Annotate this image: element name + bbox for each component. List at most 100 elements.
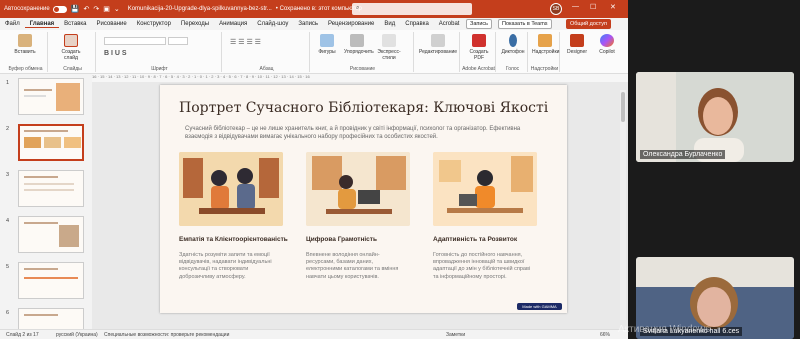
column-text-digital[interactable]: Впевнене володіння онлайн-ресурсами, баз… <box>306 252 406 281</box>
new-slide-icon <box>64 34 78 47</box>
thumb-number: 5 <box>6 264 10 270</box>
save-icon[interactable]: 💾 <box>71 5 80 13</box>
made-with-gamma-badge[interactable]: Made with GAMMA <box>517 303 562 310</box>
slide-thumbnail-5[interactable] <box>18 262 84 299</box>
shapes-button[interactable]: Фигуры <box>314 34 340 55</box>
font-size-select[interactable] <box>168 37 188 45</box>
tab-slideshow[interactable]: Слайд-шоу <box>252 21 293 27</box>
tab-home[interactable]: Главная <box>24 21 60 28</box>
column-heading-digital[interactable]: Цифрова Грамотність <box>306 236 377 243</box>
avatar[interactable]: SB <box>550 3 562 15</box>
copilot-button[interactable]: Copilot <box>594 34 620 55</box>
language-indicator[interactable]: русский (Украина) <box>56 332 98 338</box>
slide-thumbnail-4[interactable] <box>18 216 84 253</box>
thumb-image <box>56 83 80 111</box>
font-format-icons[interactable]: B I U S <box>104 50 127 57</box>
close-icon[interactable]: ✕ <box>610 3 616 11</box>
adaptability-illustration-art <box>433 152 537 226</box>
thumb-image <box>24 137 41 148</box>
thumb-line <box>24 222 58 224</box>
screen: Автосохранение 💾 ↶ ↷ ▣ ⌄ Komunikacija-20… <box>0 0 800 339</box>
customize-icon[interactable]: ⌄ <box>114 5 120 13</box>
undo-icon[interactable]: ↶ <box>83 5 89 13</box>
paragraph-icons[interactable]: ☰ ☰ ☰ ☰ <box>230 38 261 46</box>
notes-button[interactable]: Заметки <box>446 332 465 338</box>
tab-draw[interactable]: Рисование <box>91 21 131 27</box>
slide-thumbnail-3[interactable] <box>18 170 84 207</box>
thumb-line <box>24 176 58 178</box>
minimize-icon[interactable]: — <box>572 3 579 10</box>
ribbon: Вставить Буфер обмена Создать слайд Слай… <box>0 30 628 74</box>
tab-review[interactable]: Рецензирование <box>323 21 379 27</box>
digital-literacy-illustration-art <box>306 152 410 226</box>
tab-record[interactable]: Запись <box>293 21 323 27</box>
group-acrobat: Создать PDF Adobe Acrobat <box>462 32 496 72</box>
thumb-number: 4 <box>6 218 10 224</box>
maximize-icon[interactable]: ☐ <box>590 3 596 11</box>
column-text-empathy[interactable]: Здатність розуміти запити та емоції відв… <box>179 252 279 281</box>
autosave-label: Автосохранение <box>4 6 50 12</box>
participant-name-1: Олександра Бурлаченко <box>640 150 726 159</box>
save-status: • Сохранено в: этот компьютер <box>275 6 362 12</box>
thumb-line <box>24 130 68 132</box>
editing-button[interactable]: Редактирование <box>418 34 458 55</box>
ruler: 16 · 15 · 14 · 13 · 12 · 11 · 10 · 9 · 8… <box>92 74 628 82</box>
arrange-icon <box>350 34 364 47</box>
slide-thumbnail-1[interactable] <box>18 78 84 115</box>
paste-button[interactable]: Вставить <box>12 34 38 55</box>
slide-thumbnails: 1 2 3 4 5 6 <box>0 74 90 329</box>
document-title: Komunikacija-20-Upgrade-dlya-spilkuvanny… <box>127 6 272 12</box>
addins-button[interactable]: Надстройки <box>532 34 559 55</box>
tab-acrobat[interactable]: Acrobat <box>434 21 465 27</box>
share-button[interactable]: Общий доступ <box>566 19 611 29</box>
slide-thumbnail-2[interactable] <box>18 124 84 161</box>
redo-icon[interactable]: ↷ <box>93 5 99 13</box>
ribbon-tabs: Файл Главная Вставка Рисование Конструкт… <box>0 18 628 30</box>
group-label: Рисование <box>349 66 376 72</box>
presentation-icon[interactable]: ▣ <box>103 5 110 13</box>
zoom-level[interactable]: 66% <box>600 332 610 338</box>
accessibility-status[interactable]: Специальные возможности: проверьте реком… <box>104 332 229 338</box>
vertical-scrollbar[interactable] <box>620 90 626 320</box>
group-label: Абзац <box>259 66 274 72</box>
new-slide-button[interactable]: Создать слайд <box>58 34 84 61</box>
powerpoint-window: Автосохранение 💾 ↶ ↷ ▣ ⌄ Komunikacija-20… <box>0 0 628 339</box>
designer-button[interactable]: Designer <box>564 34 590 55</box>
slide-title[interactable]: Портрет Сучасного Бібліотекаря: Ключові … <box>179 100 548 116</box>
record-button[interactable]: Запись <box>466 19 493 29</box>
dictate-button[interactable]: Диктофон <box>500 34 526 55</box>
group-slides: Создать слайд Слайды <box>50 32 96 72</box>
slide-thumbnail-6[interactable] <box>18 308 84 329</box>
show-in-teams-button[interactable]: Показать в Teams <box>498 19 552 29</box>
column-text-adaptability[interactable]: Готовність до постійного навчання, впров… <box>433 252 533 281</box>
create-pdf-button[interactable]: Создать PDF <box>466 34 492 61</box>
slide-intro-text[interactable]: Сучасний бібліотекар – це не лише хранит… <box>185 125 545 141</box>
tab-animations[interactable]: Анимация <box>214 21 252 27</box>
participant-video-1[interactable]: Олександра Бурлаченко <box>636 72 794 162</box>
tab-transitions[interactable]: Переходы <box>176 21 214 27</box>
font-family-select[interactable] <box>104 37 166 45</box>
microphone-icon <box>509 34 517 47</box>
autosave-toggle[interactable] <box>52 5 67 13</box>
copilot-icon <box>600 34 614 47</box>
scrollbar-thumb[interactable] <box>621 92 625 122</box>
status-bar: Слайд 2 из 17 русский (Украина) Специаль… <box>0 329 628 339</box>
tab-help[interactable]: Справка <box>400 21 434 27</box>
arrange-button[interactable]: Упорядочить <box>344 34 374 55</box>
current-slide[interactable]: Портрет Сучасного Бібліотекаря: Ключові … <box>160 85 567 313</box>
tab-insert[interactable]: Вставка <box>59 21 91 27</box>
column-heading-empathy[interactable]: Емпатія та Клієнтоорієнтованість <box>179 236 288 243</box>
search-input[interactable]: ⌕ <box>352 3 472 15</box>
digital-literacy-illustration <box>306 152 410 226</box>
participant-1-image <box>636 72 794 162</box>
column-heading-adaptability[interactable]: Адаптивність та Розвиток <box>433 236 517 243</box>
designer-icon <box>570 34 584 47</box>
group-drawing: Фигуры Упорядочить Экспресс-стили Рисова… <box>312 32 414 72</box>
tab-view[interactable]: Вид <box>379 21 400 27</box>
thumb-line <box>24 268 58 270</box>
group-addins: Надстройки Надстройки <box>530 32 560 72</box>
tab-design[interactable]: Конструктор <box>132 21 176 27</box>
thumb-line <box>24 95 46 97</box>
tab-file[interactable]: Файл <box>0 21 25 27</box>
quick-styles-button[interactable]: Экспресс-стили <box>376 34 402 61</box>
